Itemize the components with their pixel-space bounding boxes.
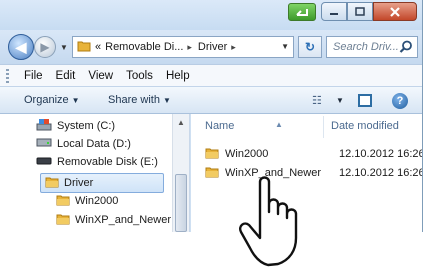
green-arrow-icon[interactable]	[288, 3, 316, 21]
breadcrumb-overflow[interactable]: «	[95, 41, 101, 53]
organize-button[interactable]: Organize ▼	[24, 94, 80, 106]
maximize-icon	[355, 7, 365, 16]
breadcrumb-driver[interactable]: Driver	[198, 41, 227, 53]
back-arrow-icon: ◀	[15, 38, 27, 55]
column-header-date-modified[interactable]: Date modified	[331, 120, 399, 132]
nav-item-label: Local Data (D:)	[57, 137, 131, 150]
nav-item-label: Driver	[64, 177, 94, 189]
file-date-modified: 12.10.2012 16:26	[339, 148, 423, 160]
organize-label: Organize	[24, 94, 69, 106]
menu-help[interactable]: Help	[166, 70, 190, 82]
navigation-pane: System (C:) Local Data (D:) Removable Di…	[0, 114, 190, 232]
search-input[interactable]: Search Driv...	[326, 36, 418, 58]
column-name-label: Name	[205, 120, 235, 132]
nav-item-removable-disk-e[interactable]: Removable Disk (E:)	[36, 156, 158, 168]
forward-arrow-icon: ▶	[40, 40, 50, 54]
column-header-name[interactable]: Name ▲	[205, 120, 283, 132]
nav-item-label: System (C:)	[57, 120, 116, 132]
dropdown-arrow-icon: ▼	[71, 96, 80, 105]
dropdown-arrow-icon: ▼	[162, 96, 171, 105]
sort-ascending-icon: ▲	[275, 120, 283, 129]
file-name: Win2000	[225, 148, 269, 160]
nav-item-driver[interactable]: Driver	[40, 173, 165, 193]
close-icon	[390, 6, 400, 17]
breadcrumb-arrow-icon[interactable]: ▸	[231, 42, 236, 53]
nav-pane-scrollbar[interactable]: ▲	[172, 114, 189, 232]
command-bar: Organize ▼ Share with ▼ ☷ ▼ ?	[0, 86, 422, 114]
back-button[interactable]: ◀	[8, 34, 34, 60]
breadcrumb-arrow-icon[interactable]: ▸	[187, 42, 192, 53]
file-date-modified: 12.10.2012 16:26	[339, 167, 423, 179]
column-divider[interactable]	[323, 116, 324, 138]
refresh-icon: ↻	[304, 40, 316, 54]
menu-file[interactable]: File	[24, 70, 43, 82]
menu-edit[interactable]: Edit	[56, 70, 76, 82]
torn-edge	[0, 231, 423, 268]
nav-item-label: Removable Disk (E:)	[57, 156, 158, 168]
menu-bar: File Edit View Tools Help	[0, 64, 422, 86]
share-with-label: Share with	[108, 94, 160, 106]
system-drive-icon	[36, 118, 52, 134]
toolbar-grip[interactable]	[6, 69, 9, 83]
views-dropdown-icon[interactable]: ▼	[336, 96, 344, 105]
forward-button[interactable]: ▶	[34, 36, 56, 58]
address-dropdown-icon[interactable]: ▼	[281, 42, 289, 51]
drive-icon	[36, 137, 52, 150]
navigation-toolbar: ◀ ▶ ▼ « Removable Di... ▸ Driver ▸ ▼ ↻ S…	[0, 30, 422, 64]
removable-drive-icon	[36, 156, 52, 168]
preview-pane-icon[interactable]	[358, 94, 372, 107]
refresh-button[interactable]: ↻	[298, 36, 322, 58]
search-placeholder: Search Driv...	[333, 41, 399, 53]
nav-item-win2000[interactable]: Win2000	[56, 193, 118, 209]
share-with-button[interactable]: Share with ▼	[108, 94, 171, 106]
nav-item-label: Win2000	[75, 195, 119, 207]
minimize-icon	[330, 12, 338, 15]
folder-icon	[205, 146, 219, 162]
minimize-button[interactable]	[321, 2, 347, 21]
explorer-window: ◀ ▶ ▼ « Removable Di... ▸ Driver ▸ ▼ ↻ S…	[0, 0, 423, 232]
search-icon[interactable]	[399, 40, 413, 57]
nav-item-system-c[interactable]: System (C:)	[36, 118, 115, 134]
menu-tools[interactable]: Tools	[126, 70, 153, 82]
change-view-icon[interactable]: ☷	[312, 94, 322, 107]
hand-pointer-icon	[239, 176, 298, 267]
nav-item-local-data-d[interactable]: Local Data (D:)	[36, 137, 131, 150]
help-icon[interactable]: ?	[392, 93, 408, 109]
recent-pages-dropdown[interactable]: ▼	[60, 43, 68, 52]
file-list: Name ▲ Date modified Win2000 12.10.2012 …	[191, 114, 423, 232]
file-row-win2000[interactable]: Win2000 12.10.2012 16:26	[205, 145, 423, 163]
maximize-button[interactable]	[347, 2, 373, 21]
folder-icon	[45, 175, 59, 191]
folder-icon	[205, 165, 219, 181]
title-bar	[0, 0, 422, 30]
address-bar[interactable]: « Removable Di... ▸ Driver ▸ ▼	[72, 36, 294, 58]
folder-icon	[77, 40, 91, 55]
scroll-up-icon[interactable]: ▲	[177, 118, 185, 127]
close-button[interactable]	[373, 2, 417, 21]
breadcrumb-removable-disk[interactable]: Removable Di...	[105, 41, 183, 53]
folder-icon	[56, 193, 70, 209]
menu-view[interactable]: View	[88, 70, 113, 82]
